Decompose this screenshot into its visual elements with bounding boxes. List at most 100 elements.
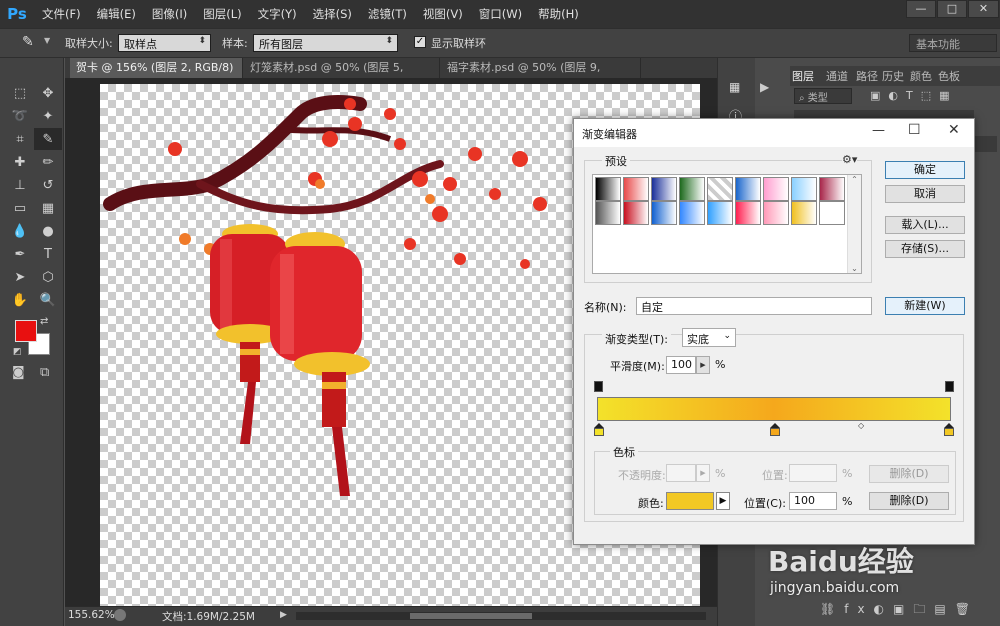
preset-swatch[interactable] <box>623 201 649 225</box>
preset-swatch[interactable] <box>819 177 845 201</box>
minimize-icon[interactable]: — <box>872 123 885 138</box>
gradient-type-select[interactable]: 实底 ⌄ <box>682 328 736 347</box>
swap-colors-icon[interactable]: ⇄ <box>40 316 48 327</box>
gradient-bar[interactable] <box>597 397 951 421</box>
eyedropper-icon[interactable]: ✎ <box>22 34 34 50</box>
load-button[interactable]: 载入(L)... <box>885 216 965 234</box>
preset-swatch[interactable] <box>791 177 817 201</box>
preset-swatch[interactable] <box>707 201 733 225</box>
tab-history[interactable]: 历史 <box>882 68 904 86</box>
menu-window[interactable]: 窗口(W) <box>471 0 530 28</box>
move-tool-icon[interactable]: ✥ <box>34 82 62 104</box>
tab-channels[interactable]: 通道 <box>826 68 848 86</box>
scroll-thumb[interactable] <box>410 613 532 619</box>
chevron-down-icon[interactable]: ⌄ <box>848 264 861 273</box>
layer-filter-select[interactable]: ⌕ 类型 <box>794 88 852 104</box>
quick-mask-icon[interactable]: ◙ <box>12 365 25 380</box>
crop-tool-icon[interactable]: ⌗ <box>6 128 34 150</box>
pen-tool-icon[interactable]: ✒ <box>6 243 34 265</box>
maximize-button[interactable]: □ <box>937 0 967 18</box>
status-menu-icon[interactable] <box>114 609 126 621</box>
preset-swatch[interactable] <box>623 177 649 201</box>
save-button[interactable]: 存储(S)... <box>885 240 965 258</box>
tool-preset-chevron-icon[interactable]: ▼ <box>44 36 50 45</box>
sample-size-select[interactable]: 取样点 ⬍ <box>118 34 211 52</box>
menu-select[interactable]: 选择(S) <box>305 0 360 28</box>
clone-stamp-tool-icon[interactable]: ⊥ <box>6 174 34 196</box>
layer-footer-icons[interactable]: ⛓fx◐▣🗀▤🗑 <box>820 600 979 621</box>
preset-swatch[interactable] <box>791 201 817 225</box>
magic-wand-tool-icon[interactable]: ✦ <box>34 105 62 127</box>
opacity-stop-left[interactable] <box>594 381 603 392</box>
chevron-up-icon[interactable]: ⌃ <box>848 175 861 184</box>
history-brush-tool-icon[interactable]: ↺ <box>34 174 62 196</box>
opacity-stop-right[interactable] <box>945 381 954 392</box>
preset-swatch[interactable] <box>595 201 621 225</box>
new-button[interactable]: 新建(W) <box>885 297 965 315</box>
preset-swatch[interactable] <box>763 177 789 201</box>
preset-swatch[interactable] <box>763 201 789 225</box>
horizontal-scrollbar[interactable] <box>296 612 706 620</box>
tab-layers[interactable]: 图层 <box>792 68 814 86</box>
delete-color-stop-button[interactable]: 删除(D) <box>869 492 949 510</box>
status-arrow-icon[interactable]: ▶ <box>280 610 287 620</box>
menu-file[interactable]: 文件(F) <box>34 0 89 28</box>
preset-swatch[interactable] <box>735 201 761 225</box>
tab-paths[interactable]: 路径 <box>856 68 878 86</box>
preset-swatch[interactable] <box>679 177 705 201</box>
maximize-icon[interactable]: ☐ <box>908 122 921 138</box>
preset-swatch[interactable] <box>735 177 761 201</box>
history-icon[interactable]: ▦ <box>729 80 740 94</box>
close-window-button[interactable]: ✕ <box>968 0 999 18</box>
workspace-select[interactable]: 基本功能 <box>909 34 997 52</box>
tab-greeting-card[interactable]: 贺卡 @ 156% (图层 2, RGB/8) *× <box>70 58 243 94</box>
sample-select[interactable]: 所有图层 ⬍ <box>253 34 398 52</box>
hand-tool-icon[interactable]: ✋ <box>6 289 34 311</box>
menu-filter[interactable]: 滤镜(T) <box>360 0 415 28</box>
tab-lantern-material[interactable]: 灯笼素材.psd @ 50% (图层 5, RGB/8)× <box>244 58 440 94</box>
minimize-button[interactable]: — <box>906 0 936 18</box>
marquee-tool-icon[interactable]: ⬚ <box>6 82 34 104</box>
menu-type[interactable]: 文字(Y) <box>250 0 305 28</box>
menu-help[interactable]: 帮助(H) <box>530 0 587 28</box>
blur-tool-icon[interactable]: 💧 <box>6 220 34 242</box>
opacity-field[interactable] <box>975 136 997 152</box>
show-ring-checkbox[interactable]: ✓ <box>414 36 426 48</box>
color-stop-mid[interactable] <box>770 428 780 436</box>
menu-layer[interactable]: 图层(L) <box>195 0 249 28</box>
layer-filter-icons[interactable]: ▣◐T⬚▦ <box>870 89 958 102</box>
smoothness-arrow-icon[interactable]: ▶ <box>696 356 710 374</box>
eraser-tool-icon[interactable]: ▭ <box>6 197 34 219</box>
dodge-tool-icon[interactable]: ● <box>34 220 62 242</box>
cancel-button[interactable]: 取消 <box>885 185 965 203</box>
gear-icon[interactable]: ⚙▾ <box>842 153 858 166</box>
location-field[interactable]: 100 <box>789 492 837 510</box>
menu-edit[interactable]: 编辑(E) <box>89 0 144 28</box>
healing-brush-tool-icon[interactable]: ✚ <box>6 151 34 173</box>
stop-color-swatch[interactable] <box>666 492 714 510</box>
preset-scrollbar[interactable]: ⌃ ⌄ <box>847 175 861 273</box>
tab-color[interactable]: 颜色 <box>910 68 932 86</box>
preset-swatch[interactable] <box>595 177 621 201</box>
ok-button[interactable]: 确定 <box>885 161 965 179</box>
tab-fu-material[interactable]: 福字素材.psd @ 50% (图层 9, RGB/8)× <box>441 58 641 94</box>
type-tool-icon[interactable]: T <box>34 243 62 265</box>
preset-swatch[interactable] <box>651 177 677 201</box>
preset-swatch[interactable] <box>679 201 705 225</box>
eyedropper-tool-icon[interactable]: ✎ <box>34 128 62 150</box>
color-stop-left[interactable] <box>594 428 604 436</box>
midpoint-diamond-icon[interactable]: ◇ <box>858 421 864 430</box>
smoothness-field[interactable]: 100 <box>666 356 696 374</box>
color-menu-arrow-icon[interactable]: ▶ <box>716 492 730 510</box>
zoom-tool-icon[interactable]: 🔍 <box>34 289 62 311</box>
shape-tool-icon[interactable]: ⬡ <box>34 266 62 288</box>
preset-swatch[interactable] <box>819 201 845 225</box>
brush-tool-icon[interactable]: ✏ <box>34 151 62 173</box>
preset-swatch[interactable] <box>651 201 677 225</box>
screen-mode-icon[interactable]: ⧉ <box>40 365 49 380</box>
play-icon[interactable]: ▶ <box>760 80 769 94</box>
menu-view[interactable]: 视图(V) <box>415 0 471 28</box>
zoom-level[interactable]: 155.62% <box>68 609 115 621</box>
lasso-tool-icon[interactable]: ➰ <box>6 105 34 127</box>
default-colors-icon[interactable]: ◩ <box>13 347 22 357</box>
